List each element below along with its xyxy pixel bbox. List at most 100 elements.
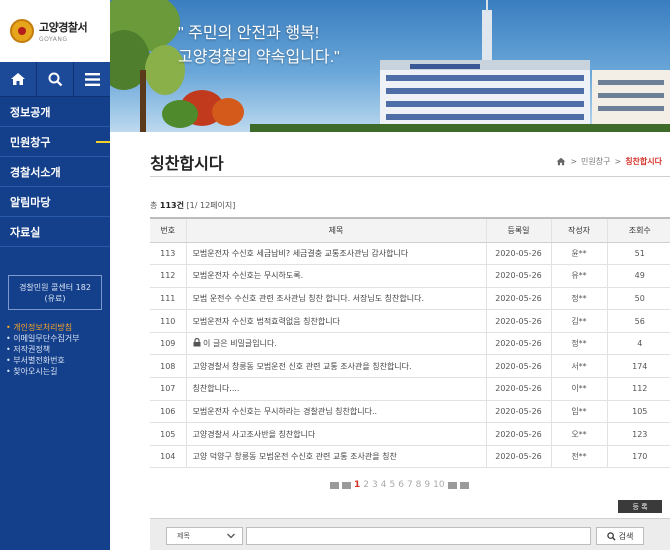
- row-author: 임**: [550, 400, 607, 424]
- column-header-author: 작성자: [550, 217, 607, 243]
- row-title-link[interactable]: 이 글은 비밀글입니다.: [185, 332, 486, 356]
- page-link[interactable]: 7: [407, 480, 413, 490]
- quick-link-privacy[interactable]: • 개인정보처리방침: [6, 322, 110, 333]
- row-views: 123: [606, 422, 670, 446]
- row-number: 105: [150, 422, 186, 446]
- row-number: 113: [150, 242, 186, 266]
- table-header-row: 번호 제목 등록일 작성자 조회수: [150, 217, 670, 243]
- table-row[interactable]: 110 모범운전자 수신호 법적효력없음 칭찬합니다 2020-05-26 김*…: [150, 309, 670, 333]
- table-row[interactable]: 108 고양경찰서 창릉동 모범운전 신호 관련 교통 조사관을 칭찬합니다. …: [150, 354, 670, 379]
- row-date: 2020-05-26: [485, 400, 551, 424]
- home-button[interactable]: [0, 62, 37, 96]
- nav-item-notice[interactable]: 알림마당: [0, 187, 110, 217]
- search-input[interactable]: [246, 527, 591, 545]
- row-number: 108: [150, 354, 186, 379]
- row-title-link[interactable]: 모범운전자 수신호 세금납비? 세금결충 교통조사관님 감사합니다: [185, 242, 486, 266]
- page-link[interactable]: 8: [416, 480, 422, 490]
- table-row[interactable]: 111 모범 운전수 수신호 관련 조사관님 칭찬 합니다. 서장님도 칭찬합니…: [150, 287, 670, 311]
- row-views: 4: [606, 332, 670, 356]
- nav-item-about[interactable]: 경찰서소개: [0, 157, 110, 187]
- nav-item-archive[interactable]: 자료실: [0, 217, 110, 247]
- logo[interactable]: 고양경찰서 GOYANG: [0, 0, 110, 62]
- row-number: 106: [150, 400, 186, 424]
- search-button[interactable]: 검색: [596, 527, 644, 545]
- title-divider: [150, 176, 670, 177]
- table-row[interactable]: 107 칭찬합니다.... 2020-05-26 이** 112: [150, 377, 670, 401]
- row-title-link[interactable]: 고양경찰서 창릉동 모범운전 신호 관련 교통 조사관을 칭찬합니다.: [185, 354, 486, 379]
- search-bar: 제목 검색: [150, 518, 670, 550]
- quick-link-directions[interactable]: • 찾아오시는길: [6, 366, 110, 377]
- page-link[interactable]: 4: [381, 480, 387, 490]
- next-page-icon[interactable]: [447, 481, 457, 489]
- search-button[interactable]: [37, 62, 74, 96]
- breadcrumb-current: 칭찬합시다: [625, 157, 662, 166]
- row-date: 2020-05-26: [485, 242, 551, 266]
- row-title-link[interactable]: 모범운전자 수신호는 무시하라는 경찰관님 칭찬합니다..: [185, 400, 486, 424]
- page-link[interactable]: 2: [363, 480, 369, 490]
- column-header-title: 제목: [185, 217, 486, 243]
- prev-page-icon[interactable]: [342, 481, 351, 489]
- search-field-select[interactable]: 제목: [166, 527, 243, 545]
- table-row[interactable]: 104 고양 덕양구 창릉동 모범운전 수신호 관련 교통 조사관을 칭찬 20…: [150, 445, 670, 469]
- row-author: 정**: [550, 332, 607, 356]
- row-title-link[interactable]: 모범 운전수 수신호 관련 조사관님 칭찬 합니다. 서장님도 칭찬합니다.: [185, 287, 486, 311]
- last-page-icon[interactable]: [459, 481, 469, 489]
- page-link[interactable]: 6: [398, 480, 404, 490]
- home-icon[interactable]: [556, 157, 566, 166]
- page-link[interactable]: 1: [354, 480, 360, 490]
- sidebar-icon-row: [0, 62, 110, 97]
- row-author: 이**: [550, 377, 607, 401]
- row-date: 2020-05-26: [485, 309, 551, 333]
- banner-line2: 고양경찰의 약속입니다.": [178, 49, 340, 66]
- quick-link-phone[interactable]: • 부서별전화번호: [6, 355, 110, 366]
- row-date: 2020-05-26: [485, 287, 551, 311]
- page-link[interactable]: 3: [372, 480, 378, 490]
- row-author: 유**: [550, 264, 607, 288]
- nav-item-info[interactable]: 정보공개: [0, 97, 110, 127]
- row-number: 107: [150, 377, 186, 401]
- row-title-link[interactable]: 고양경찰서 사고조사반을 칭찬합니다: [185, 422, 486, 446]
- table-row[interactable]: 113 모범운전자 수신호 세금납비? 세금결충 교통조사관님 감사합니다 20…: [150, 242, 670, 266]
- table-row[interactable]: 106 모범운전자 수신호는 무시하라는 경찰관님 칭찬합니다.. 2020-0…: [150, 400, 670, 424]
- row-author: 정**: [550, 287, 607, 311]
- total-count: 총 113건 [1/ 12페이지]: [150, 201, 236, 210]
- search-icon: [48, 72, 62, 86]
- row-author: 서**: [550, 354, 607, 379]
- breadcrumb: > 민원창구 > 칭찬합시다: [556, 156, 662, 167]
- row-views: 56: [606, 309, 670, 333]
- search-icon: [606, 531, 616, 541]
- menu-icon: [84, 72, 100, 86]
- table-row[interactable]: 112 모범운전자 수신호는 무시하도록. 2020-05-26 유** 49: [150, 264, 670, 288]
- row-number: 109: [150, 332, 186, 356]
- row-title-link[interactable]: 고양 덕양구 창릉동 모범운전 수신호 관련 교통 조사관을 칭찬: [185, 445, 486, 469]
- menu-button[interactable]: [74, 62, 110, 96]
- row-number: 110: [150, 309, 186, 333]
- row-views: 105: [606, 400, 670, 424]
- pagination: 1 2 3 4 5 6 7 8 9 10: [330, 480, 469, 490]
- breadcrumb-parent[interactable]: 민원창구: [581, 156, 610, 167]
- lock-icon: [193, 338, 200, 347]
- page-link[interactable]: 9: [424, 480, 430, 490]
- quick-link-email[interactable]: • 이메일무단수집거부: [6, 333, 110, 344]
- page-link[interactable]: 10: [433, 480, 444, 490]
- write-button[interactable]: 등 록: [618, 500, 662, 513]
- row-date: 2020-05-26: [485, 422, 551, 446]
- sidebar: 고양경찰서 GOYANG 정보공개 민원창구 경찰서소개 알림마당 자료실 경찰…: [0, 0, 110, 550]
- breadcrumb-separator: >: [614, 157, 622, 166]
- table-row[interactable]: 105 고양경찰서 사고조사반을 칭찬합니다 2020-05-26 오** 12…: [150, 422, 670, 446]
- breadcrumb-separator: >: [570, 157, 578, 166]
- table-row[interactable]: 109 이 글은 비밀글입니다. 2020-05-26 정** 4: [150, 332, 670, 356]
- callcenter-line1: 경찰민원 콜센터 182: [19, 282, 91, 292]
- quick-link-copyright[interactable]: • 저작권정책: [6, 344, 110, 355]
- callcenter-box[interactable]: 경찰민원 콜센터 182 (유료): [8, 275, 102, 310]
- row-title-link[interactable]: 모범운전자 수신호 법적효력없음 칭찬합니다: [185, 309, 486, 333]
- row-title-link[interactable]: 모범운전자 수신호는 무시하도록.: [185, 264, 486, 288]
- row-views: 50: [606, 287, 670, 311]
- row-date: 2020-05-26: [485, 354, 551, 379]
- nav-item-civil[interactable]: 민원창구: [0, 127, 110, 157]
- first-page-icon[interactable]: [330, 481, 339, 489]
- row-views: 51: [606, 242, 670, 266]
- page-link[interactable]: 5: [389, 480, 395, 490]
- row-date: 2020-05-26: [485, 332, 551, 356]
- row-title-link[interactable]: 칭찬합니다....: [185, 377, 486, 401]
